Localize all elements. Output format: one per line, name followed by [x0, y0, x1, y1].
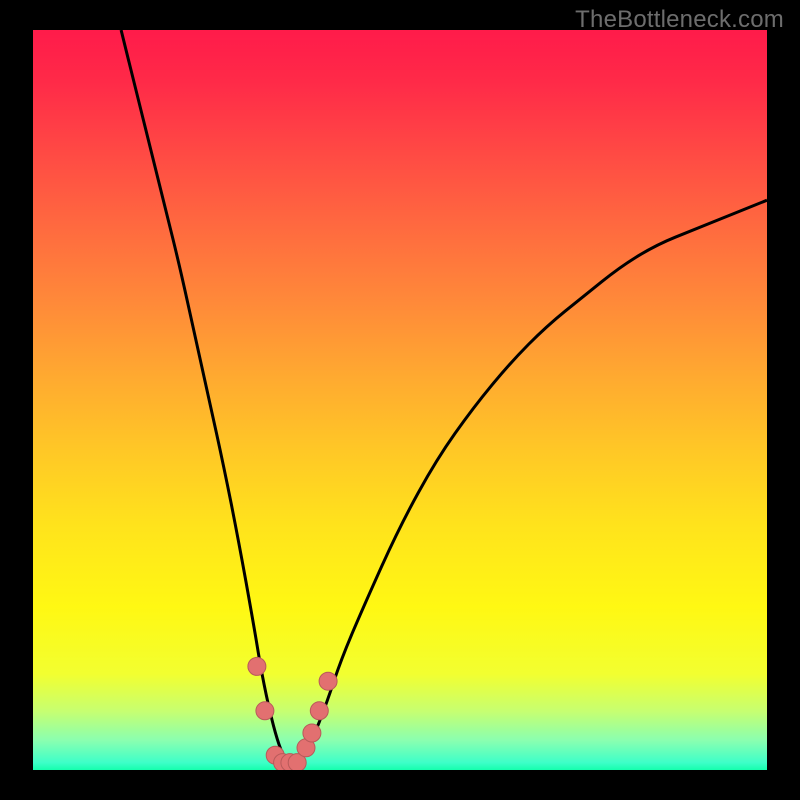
chart-area — [33, 30, 767, 770]
bottleneck-chart — [33, 30, 767, 770]
marker-point — [310, 702, 328, 720]
marker-point — [303, 724, 321, 742]
watermark-text: TheBottleneck.com — [575, 6, 784, 34]
marker-group — [248, 657, 337, 770]
marker-point — [256, 702, 274, 720]
marker-point — [248, 657, 266, 675]
marker-point — [319, 672, 337, 690]
bottleneck-curve-path — [121, 30, 767, 763]
